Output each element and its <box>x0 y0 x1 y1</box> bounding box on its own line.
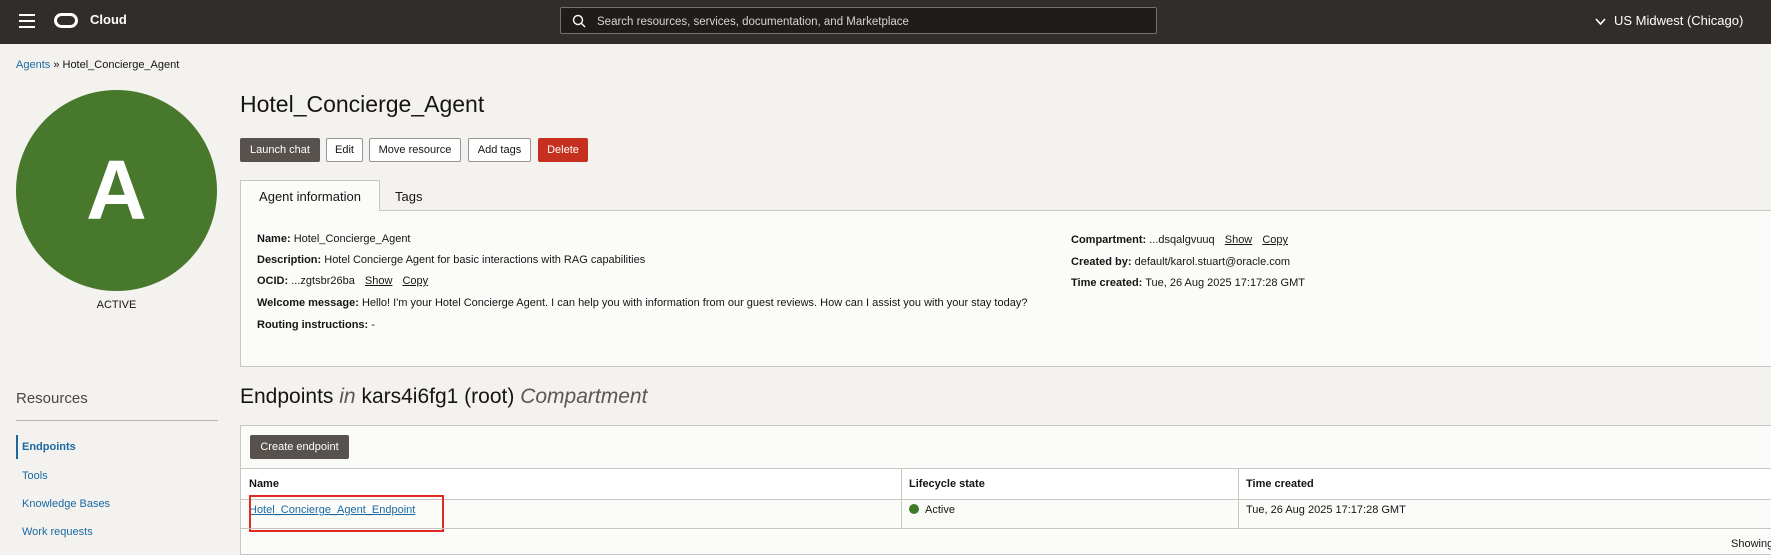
search-input[interactable] <box>595 8 1149 35</box>
pagination-showing: Showing <box>1731 538 1771 550</box>
info-routing-row: Routing instructions: - <box>257 319 375 331</box>
create-endpoint-button[interactable]: Create endpoint <box>250 435 349 459</box>
column-header-time-created[interactable]: Time created <box>1238 469 1314 499</box>
info-time-created-row: Time created: Tue, 26 Aug 2025 17:17:28 … <box>1071 277 1305 289</box>
sidebar-item-work-requests[interactable]: Work requests <box>16 526 93 538</box>
delete-button[interactable]: Delete <box>538 138 588 162</box>
sidebar-item-tools[interactable]: Tools <box>16 470 48 482</box>
status-dot-icon <box>909 504 919 514</box>
info-ocid-row: OCID: ...zgtsbr26ba Show Copy <box>257 275 429 287</box>
search-icon <box>572 14 586 28</box>
edit-button[interactable]: Edit <box>326 138 363 162</box>
info-name-row: Name: Hotel_Concierge_Agent <box>257 233 411 245</box>
row-divider <box>241 528 1771 529</box>
chevron-down-icon <box>1595 18 1606 26</box>
resources-divider <box>16 420 218 421</box>
breadcrumb-agents-link[interactable]: Agents <box>16 59 50 71</box>
table-header: Name Lifecycle state Time created <box>241 468 1771 500</box>
sidebar-item-knowledge-bases[interactable]: Knowledge Bases <box>16 498 110 510</box>
column-divider <box>1238 468 1239 528</box>
breadcrumb-separator: » <box>53 59 60 71</box>
column-divider <box>901 468 902 528</box>
sidebar-item-endpoints[interactable]: Endpoints <box>16 435 76 459</box>
ocid-copy-link[interactable]: Copy <box>402 275 428 287</box>
top-navigation-bar: Cloud US Midwest (Chicago) <box>0 0 1771 44</box>
info-compartment-row: Compartment: ...dsqalgvuuq Show Copy <box>1071 234 1289 246</box>
tab-tags[interactable]: Tags <box>395 189 422 204</box>
ocid-show-link[interactable]: Show <box>365 275 393 287</box>
add-tags-button[interactable]: Add tags <box>468 138 531 162</box>
tab-agent-information[interactable]: Agent information <box>240 180 380 211</box>
endpoint-state-cell: Active <box>909 504 955 516</box>
move-resource-button[interactable]: Move resource <box>369 138 461 162</box>
column-header-lifecycle-state[interactable]: Lifecycle state <box>901 469 985 499</box>
launch-chat-button[interactable]: Launch chat <box>240 138 320 162</box>
oracle-logo-icon[interactable] <box>54 13 78 28</box>
endpoints-table: Create endpoint Name Lifecycle state Tim… <box>240 425 1771 555</box>
menu-icon[interactable] <box>19 14 35 28</box>
agent-status: ACTIVE <box>96 299 137 311</box>
region-label: US Midwest (Chicago) <box>1614 13 1744 28</box>
region-selector[interactable]: US Midwest (Chicago) <box>1595 13 1743 28</box>
breadcrumb-current: Hotel_Concierge_Agent <box>62 59 180 71</box>
breadcrumb: Agents » Hotel_Concierge_Agent <box>16 59 179 71</box>
info-description-row: Description: Hotel Concierge Agent for b… <box>257 254 646 266</box>
endpoints-heading: Endpoints in kars4i6fg1 (root) Compartme… <box>240 385 648 408</box>
agent-information-panel: Name: Hotel_Concierge_Agent Description:… <box>240 210 1771 367</box>
highlight-box <box>249 495 444 532</box>
search-box[interactable] <box>560 7 1157 35</box>
compartment-show-link[interactable]: Show <box>1225 234 1253 246</box>
info-created-by-row: Created by: default/karol.stuart@oracle.… <box>1071 256 1291 268</box>
brand-label[interactable]: Cloud <box>90 12 127 27</box>
agent-avatar: A <box>16 90 217 291</box>
resources-heading: Resources <box>16 390 88 407</box>
compartment-copy-link[interactable]: Copy <box>1262 234 1288 246</box>
info-welcome-row: Welcome message: Hello! I'm your Hotel C… <box>257 297 1028 309</box>
page-title: Hotel_Concierge_Agent <box>240 91 485 117</box>
endpoint-time-cell: Tue, 26 Aug 2025 17:17:28 GMT <box>1246 504 1406 516</box>
